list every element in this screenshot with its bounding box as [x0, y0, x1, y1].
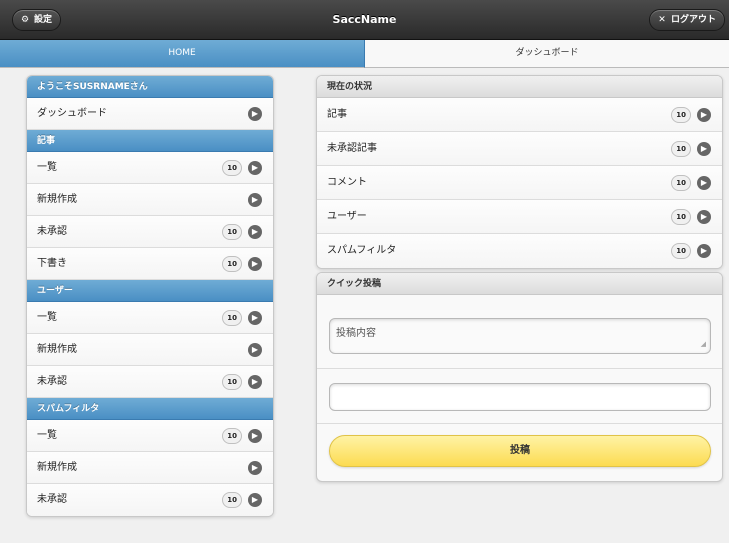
- chevron-right-icon: ▶: [697, 107, 711, 122]
- app-header: ⚙ 設定 SaccName ✕ ログアウト: [0, 0, 729, 40]
- chevron-right-icon: ▶: [697, 175, 711, 190]
- quick-post-header: クイック投稿: [317, 273, 722, 295]
- count-badge: 10: [222, 223, 242, 240]
- chevron-right-icon: ▶: [248, 374, 262, 389]
- sidebar-item-spam-new[interactable]: 新規作成 ▶: [27, 452, 273, 484]
- section-header-articles: 記事: [27, 130, 273, 152]
- chevron-right-icon: ▶: [697, 209, 711, 224]
- count-badge: 10: [222, 427, 242, 444]
- sidebar-item-users-new[interactable]: 新規作成 ▶: [27, 334, 273, 366]
- count-badge: 10: [671, 243, 691, 259]
- sidebar-item-label: 新規作成: [37, 344, 77, 355]
- status-item-label: コメント: [327, 177, 367, 188]
- sidebar-item-articles-unapproved[interactable]: 未承認 10 ▶: [27, 216, 273, 248]
- section-header-spam-filter: スパムフィルタ: [27, 398, 273, 420]
- count-badge: 10: [222, 255, 242, 272]
- status-item-articles[interactable]: 記事 10 ▶: [317, 98, 722, 132]
- sidebar-item-label: 一覧: [37, 430, 57, 441]
- textarea-placeholder: 投稿内容: [336, 328, 376, 339]
- chevron-right-icon: ▶: [248, 106, 262, 121]
- status-list: 現在の状況 記事 10 ▶ 未承認記事 10 ▶ コメント 10 ▶ ユーザー …: [316, 75, 723, 269]
- close-icon: ✕: [658, 15, 666, 25]
- divider: [317, 423, 722, 424]
- status-item-label: スパムフィルタ: [327, 245, 397, 256]
- resize-grip-icon[interactable]: ◢: [701, 337, 706, 351]
- sidebar-item-users-list[interactable]: 一覧 10 ▶: [27, 302, 273, 334]
- logout-button[interactable]: ✕ ログアウト: [648, 9, 725, 31]
- sidebar-item-label: ダッシュボード: [37, 108, 107, 119]
- chevron-right-icon: ▶: [248, 310, 262, 325]
- divider: [317, 368, 722, 369]
- chevron-right-icon: ▶: [248, 460, 262, 475]
- logout-button-label: ログアウト: [670, 15, 716, 25]
- sidebar-item-label: 新規作成: [37, 462, 77, 473]
- chevron-right-icon: ▶: [248, 192, 262, 207]
- chevron-right-icon: ▶: [697, 141, 711, 156]
- sidebar-item-spam-unapproved[interactable]: 未承認 10 ▶: [27, 484, 273, 516]
- chevron-right-icon: ▶: [248, 428, 262, 443]
- sidebar-item-label: 一覧: [37, 162, 57, 173]
- sidebar-item-label: 新規作成: [37, 194, 77, 205]
- chevron-right-icon: ▶: [248, 224, 262, 239]
- chevron-right-icon: ▶: [248, 342, 262, 357]
- status-item-label: 記事: [327, 109, 347, 120]
- sidebar-item-spam-list[interactable]: 一覧 10 ▶: [27, 420, 273, 452]
- count-badge: 10: [671, 208, 691, 225]
- section-header-users: ユーザー: [27, 280, 273, 302]
- sidebar-item-users-unapproved[interactable]: 未承認 10 ▶: [27, 366, 273, 398]
- status-header: 現在の状況: [317, 76, 722, 98]
- count-badge: 10: [222, 373, 242, 390]
- sidebar-item-label: 未承認: [37, 226, 67, 237]
- post-title-input[interactable]: [329, 383, 711, 411]
- count-badge: 10: [671, 140, 691, 157]
- sidebar-menu: ようこそSUSRNAMEさん ダッシュボード ▶ 記事 一覧 10 ▶ 新規作成…: [26, 75, 274, 517]
- submit-post-button[interactable]: 投稿: [329, 435, 711, 467]
- sidebar-item-articles-list[interactable]: 一覧 10 ▶: [27, 152, 273, 184]
- sidebar-item-label: 未承認: [37, 494, 67, 505]
- count-badge: 10: [222, 159, 242, 176]
- status-item-unapproved-articles[interactable]: 未承認記事 10 ▶: [317, 132, 722, 166]
- sidebar-item-label: 下書き: [37, 258, 67, 269]
- sidebar-item-label: 未承認: [37, 376, 67, 387]
- chevron-right-icon: ▶: [248, 493, 262, 507]
- count-badge: 10: [671, 174, 691, 191]
- count-badge: 10: [671, 106, 691, 123]
- sidebar-item-articles-new[interactable]: 新規作成 ▶: [27, 184, 273, 216]
- status-item-users[interactable]: ユーザー 10 ▶: [317, 200, 722, 234]
- tab-home[interactable]: HOME: [0, 40, 365, 68]
- chevron-right-icon: ▶: [248, 256, 262, 271]
- tab-dashboard[interactable]: ダッシュボード: [365, 40, 729, 68]
- sidebar-item-dashboard[interactable]: ダッシュボード ▶: [27, 98, 273, 130]
- status-item-label: ユーザー: [327, 211, 367, 222]
- status-item-label: 未承認記事: [327, 143, 377, 154]
- count-badge: 10: [222, 309, 242, 326]
- post-content-textarea[interactable]: 投稿内容 ◢: [329, 318, 711, 354]
- chevron-right-icon: ▶: [248, 160, 262, 175]
- app-title: SaccName: [332, 13, 397, 26]
- welcome-header: ようこそSUSRNAMEさん: [27, 76, 273, 98]
- status-item-spam-filter[interactable]: スパムフィルタ 10 ▶: [317, 234, 722, 268]
- navbar: HOME ダッシュボード: [0, 40, 729, 68]
- status-item-comments[interactable]: コメント 10 ▶: [317, 166, 722, 200]
- sidebar-item-label: 一覧: [37, 312, 57, 323]
- count-badge: 10: [222, 492, 242, 508]
- chevron-right-icon: ▶: [697, 244, 711, 258]
- quick-post-panel: クイック投稿 投稿内容 ◢ 投稿: [316, 272, 723, 482]
- sidebar-item-articles-drafts[interactable]: 下書き 10 ▶: [27, 248, 273, 280]
